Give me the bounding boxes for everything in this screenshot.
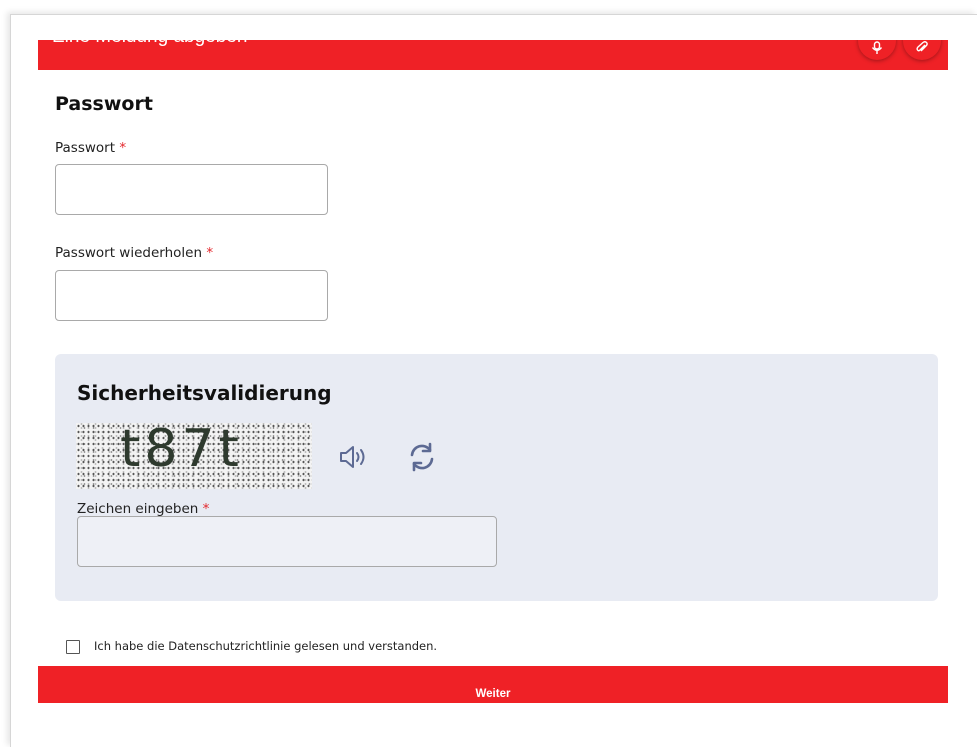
required-marker: * [119, 140, 127, 156]
privacy-label: Ich habe die Datenschutzrichtlinie geles… [94, 639, 438, 653]
speaker-icon [340, 446, 365, 468]
repeat-password-label: Passwort wiederholen * [55, 245, 213, 261]
form-header-title: Eine Meldung abgeben [52, 40, 247, 48]
password-label: Passwort * [55, 140, 126, 156]
paperclip-icon [916, 41, 928, 52]
captcha-input-label: Zeichen eingeben * [77, 501, 209, 517]
microphone-icon [871, 41, 883, 54]
captcha-refresh-button[interactable] [405, 440, 439, 474]
captcha-input-label-text: Zeichen eingeben [77, 501, 199, 517]
required-marker: * [202, 501, 210, 517]
repeat-password-label-text: Passwort wiederholen [55, 245, 203, 261]
password-input[interactable] [55, 164, 328, 215]
attach-file-button[interactable] [903, 40, 941, 60]
privacy-checkbox[interactable] [66, 640, 80, 654]
form-header-bar: Eine Meldung abgeben [38, 40, 948, 70]
continue-button-label: Weiter [475, 688, 511, 700]
captcha-image: t87t [76, 423, 312, 489]
password-label-text: Passwort [55, 140, 116, 156]
captcha-input[interactable] [77, 516, 497, 567]
captcha-audio-button[interactable] [336, 440, 370, 474]
repeat-password-input[interactable] [55, 270, 328, 321]
refresh-icon [410, 442, 434, 472]
voice-message-button[interactable] [858, 40, 896, 60]
continue-button[interactable]: Weiter [38, 666, 948, 703]
required-marker: * [206, 245, 214, 261]
captcha-image-text: t87t [120, 423, 243, 479]
captcha-title: Sicherheitsvalidierung [77, 381, 332, 405]
captcha-panel: Sicherheitsvalidierung t87t Zeichen eing… [55, 354, 938, 601]
section-title-password: Passwort [55, 93, 153, 115]
